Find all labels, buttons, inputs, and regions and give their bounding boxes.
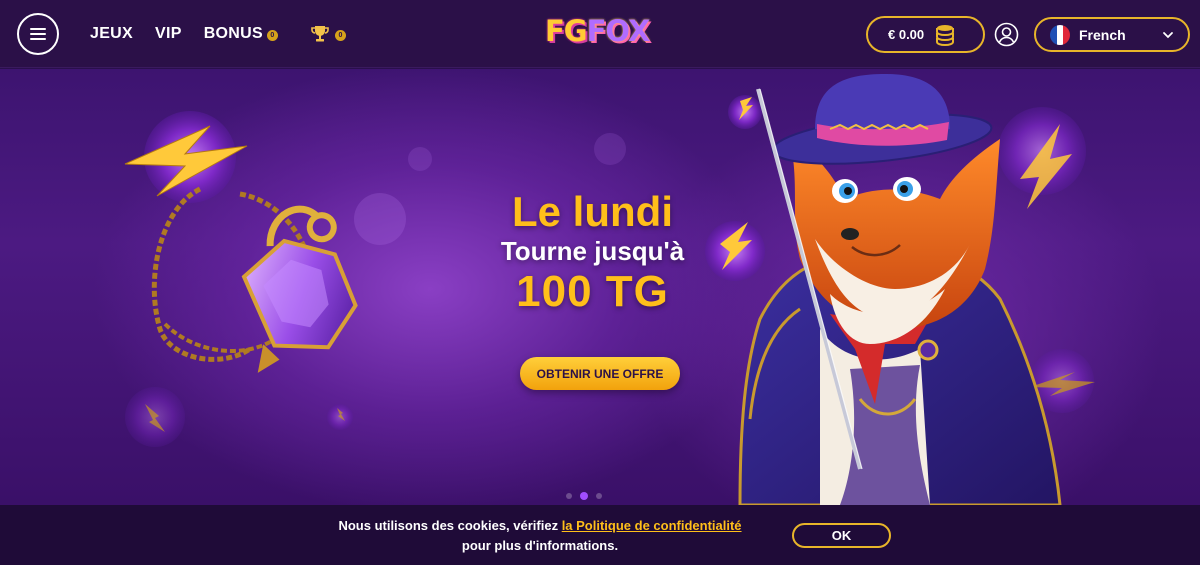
nav-vip-label: VIP — [155, 25, 182, 42]
balance-amount: € 0.00 — [888, 27, 925, 42]
france-flag-icon — [1050, 24, 1070, 45]
logo-part-fg: FG — [545, 14, 588, 48]
language-selector[interactable]: French — [1034, 17, 1190, 52]
tournaments-count-badge: 0 — [334, 29, 346, 41]
hero-banner[interactable]: Le lundi Tourne jusqu'à 100 TG OBTENIR U… — [0, 69, 1200, 505]
nav-games[interactable]: JEUX — [90, 25, 133, 43]
menu-button[interactable] — [17, 13, 59, 55]
cookie-text-after: pour plus d'informations. — [461, 538, 619, 553]
nav-games-label: JEUX — [90, 25, 133, 42]
chevron-down-icon — [1163, 32, 1173, 39]
logo-part-fox: FOX — [586, 14, 651, 48]
trophy-icon — [311, 26, 329, 42]
bonus-count-badge: 0 — [266, 29, 278, 41]
cookie-text: Nous utilisons des cookies, vérifiez la … — [300, 516, 780, 556]
nav-bonus-label: BONUS — [203, 25, 263, 42]
top-header: JEUX VIP BONUS 0 0 FG FOX € 0.00 French — [0, 0, 1200, 68]
slider-dot-1[interactable] — [566, 493, 572, 499]
promo-title: Le lundi — [512, 188, 673, 235]
nav-tournaments[interactable]: 0 — [310, 24, 346, 44]
get-offer-button[interactable]: OBTENIR UNE OFFRE — [520, 357, 680, 390]
cookie-banner: Nous utilisons des cookies, vérifiez la … — [0, 505, 1200, 565]
language-label: French — [1079, 26, 1126, 43]
balance-button[interactable]: € 0.00 — [866, 16, 985, 53]
slider-dot-3[interactable] — [596, 493, 602, 499]
user-icon — [994, 22, 1019, 47]
cookie-text-before: Nous utilisons des cookies, vérifiez — [338, 518, 562, 533]
promo-block: Le lundi Tourne jusqu'à 100 TG — [470, 189, 715, 317]
cookie-ok-button[interactable]: OK — [792, 523, 891, 548]
nav-vip[interactable]: VIP — [155, 25, 182, 43]
promo-subtitle: Tourne jusqu'à — [500, 236, 685, 266]
fgfox-logo[interactable]: FG FOX — [545, 14, 651, 48]
coins-icon — [936, 24, 955, 46]
hamburger-icon — [30, 28, 46, 40]
slider-dots — [566, 492, 602, 500]
nav-bonus[interactable]: BONUS 0 — [204, 25, 278, 43]
slider-dot-2[interactable] — [580, 492, 588, 500]
promo-amount: 100 TG — [516, 267, 669, 316]
main-nav: JEUX VIP BONUS 0 0 — [90, 0, 346, 68]
privacy-policy-link[interactable]: la Politique de confidentialité — [562, 518, 742, 533]
user-account-button[interactable] — [994, 22, 1019, 47]
